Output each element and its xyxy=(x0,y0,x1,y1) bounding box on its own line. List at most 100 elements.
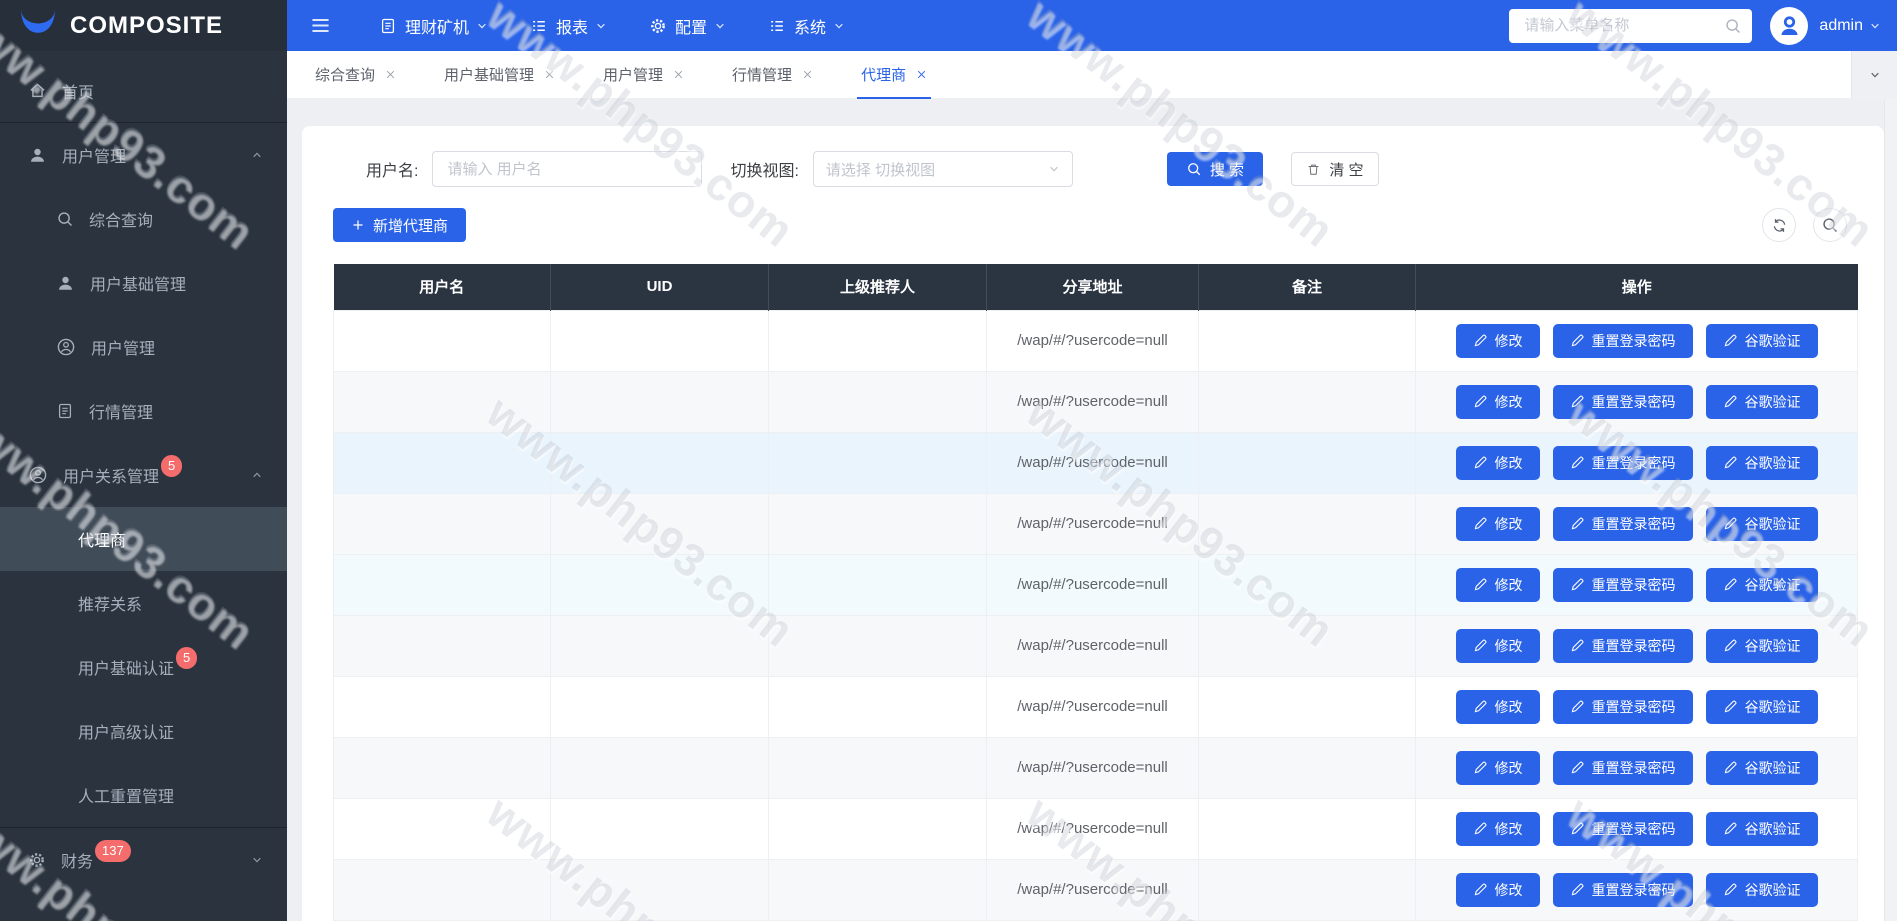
edit-button[interactable]: 修改 xyxy=(1456,568,1540,602)
cell-uid xyxy=(551,554,769,615)
sidebar-item[interactable]: 推荐关系 xyxy=(0,571,287,635)
sidebar-item[interactable]: 用户基础管理 xyxy=(0,251,287,315)
close-icon[interactable] xyxy=(673,69,684,80)
cell-actions: 修改 重置登录密码 谷歌验证 xyxy=(1416,676,1858,737)
reset-password-button[interactable]: 重置登录密码 xyxy=(1553,507,1693,541)
sidebar-item[interactable]: 首页 xyxy=(0,59,287,123)
page-scrollbar[interactable] xyxy=(1884,99,1897,921)
sidebar-item[interactable]: 用户管理 xyxy=(0,123,287,187)
tab-综合查询[interactable]: 综合查询 xyxy=(291,51,420,99)
action-button-label: 重置登录密码 xyxy=(1592,697,1676,717)
reset-password-button[interactable]: 重置登录密码 xyxy=(1553,690,1693,724)
edit-button[interactable]: 修改 xyxy=(1456,385,1540,419)
magnifier-icon xyxy=(1821,216,1839,234)
cell-remark xyxy=(1199,554,1416,615)
edit-button[interactable]: 修改 xyxy=(1456,812,1540,846)
edit-button[interactable]: 修改 xyxy=(1456,873,1540,907)
cell-share-url: /wap/#/?usercode=null xyxy=(987,798,1199,859)
sidebar-item[interactable]: 综合查询 xyxy=(0,187,287,251)
sidebar-item[interactable]: 人工重置管理 xyxy=(0,763,287,827)
sidebar-item-label: 推荐关系 xyxy=(78,591,142,615)
reset-password-button[interactable]: 重置登录密码 xyxy=(1553,751,1693,785)
cell-uid xyxy=(551,615,769,676)
edit-button[interactable]: 修改 xyxy=(1456,629,1540,663)
tab-行情管理[interactable]: 行情管理 xyxy=(708,51,837,99)
chevron-down-icon xyxy=(476,20,488,32)
sidebar-item[interactable]: 财务137 xyxy=(0,827,287,891)
reset-password-button[interactable]: 重置登录密码 xyxy=(1553,812,1693,846)
reset-password-button[interactable]: 重置登录密码 xyxy=(1553,873,1693,907)
cell-actions: 修改 重置登录密码谷歌验证 xyxy=(1416,432,1858,493)
google-verify-button[interactable]: 谷歌验证 xyxy=(1706,873,1818,907)
clear-button[interactable]: 清 空 xyxy=(1291,152,1379,186)
edit-button[interactable]: 修改 xyxy=(1456,751,1540,785)
pencil-icon xyxy=(1570,516,1585,531)
tab-代理商[interactable]: 代理商 xyxy=(837,51,951,99)
sidebar-item[interactable]: 用户高级认证 xyxy=(0,699,287,763)
google-verify-button[interactable]: 谷歌验证 xyxy=(1706,812,1818,846)
tab-用户管理[interactable]: 用户管理 xyxy=(579,51,708,99)
google-verify-button[interactable]: 谷歌验证 xyxy=(1706,568,1818,602)
sidebar-item[interactable]: 代理商 xyxy=(0,507,287,571)
nav-item[interactable]: 报表 xyxy=(509,0,628,51)
sidebar-item[interactable]: 用户关系管理5 xyxy=(0,443,287,507)
cell-actions: 修改重置登录密码谷歌验证 xyxy=(1416,371,1858,432)
nav-item[interactable]: 理财矿机 xyxy=(358,0,509,51)
sidebar-item-label: 用户基础管理 xyxy=(90,271,186,295)
cell-remark xyxy=(1199,493,1416,554)
add-agent-button[interactable]: 新增代理商 xyxy=(333,208,466,242)
google-verify-button[interactable]: 谷歌验证 xyxy=(1706,507,1818,541)
nav-item[interactable]: 系统 xyxy=(747,0,866,51)
edit-button[interactable]: 修改 xyxy=(1456,690,1540,724)
edit-button[interactable]: 修改 xyxy=(1456,324,1540,358)
cell-share-url: /wap/#/?usercode=null xyxy=(987,859,1199,920)
user-menu[interactable]: admin xyxy=(1819,17,1881,35)
column-header: UID xyxy=(551,264,769,310)
edit-button[interactable]: 修改 xyxy=(1456,507,1540,541)
action-button-label: 修改 xyxy=(1495,575,1523,595)
action-button-label: 修改 xyxy=(1495,453,1523,473)
cell-username xyxy=(334,432,551,493)
close-icon[interactable] xyxy=(385,69,396,80)
close-icon[interactable] xyxy=(544,69,555,80)
cell-username xyxy=(334,615,551,676)
doc-icon xyxy=(379,17,397,35)
view-switch-select[interactable]: 请选择 切换视图 xyxy=(813,151,1073,187)
google-verify-button[interactable]: 谷歌验证 xyxy=(1706,690,1818,724)
close-icon[interactable] xyxy=(916,69,927,80)
table-search-button[interactable] xyxy=(1813,208,1847,242)
edit-button[interactable]: 修改 xyxy=(1456,446,1540,480)
user-avatar[interactable] xyxy=(1770,7,1808,45)
nav-item[interactable]: 配置 xyxy=(628,0,747,51)
search-icon[interactable] xyxy=(1724,17,1742,35)
sidebar-item[interactable]: 用户基础认证5 xyxy=(0,635,287,699)
menu-search-input[interactable] xyxy=(1522,16,1724,35)
tab-list-dropdown-button[interactable] xyxy=(1851,51,1897,99)
hamburger-menu-icon[interactable] xyxy=(309,14,332,37)
sidebar-item[interactable]: 用户管理 xyxy=(0,315,287,379)
close-icon[interactable] xyxy=(802,69,813,80)
gear-icon xyxy=(28,851,46,869)
reset-password-button[interactable]: 重置登录密码 xyxy=(1553,446,1693,480)
google-verify-button[interactable]: 谷歌验证 xyxy=(1706,751,1818,785)
google-verify-button[interactable]: 谷歌验证 xyxy=(1706,324,1818,358)
tab-用户基础管理[interactable]: 用户基础管理 xyxy=(420,51,579,99)
google-verify-button[interactable]: 谷歌验证 xyxy=(1706,446,1818,480)
pencil-icon xyxy=(1723,638,1738,653)
reset-password-button[interactable]: 重置登录密码 xyxy=(1553,568,1693,602)
google-verify-button[interactable]: 谷歌验证 xyxy=(1706,385,1818,419)
column-header: 上级推荐人 xyxy=(769,264,987,310)
view-switch-label: 切换视图: xyxy=(730,157,798,181)
content-area: 用户名: 切换视图: 请选择 切换视图 搜 索 清 xyxy=(287,99,1897,921)
reset-password-button[interactable]: 重置登录密码 xyxy=(1553,385,1693,419)
reset-password-button[interactable]: 重置登录密码 xyxy=(1553,629,1693,663)
chevron-down-icon xyxy=(714,20,726,32)
reset-password-button[interactable]: 重置登录密码 xyxy=(1553,324,1693,358)
sidebar-item[interactable]: 行情管理 xyxy=(0,379,287,443)
refresh-button[interactable] xyxy=(1762,208,1796,242)
cell-remark xyxy=(1199,676,1416,737)
username-input[interactable] xyxy=(445,160,689,179)
google-verify-button[interactable]: 谷歌验证 xyxy=(1706,629,1818,663)
search-button[interactable]: 搜 索 xyxy=(1167,152,1263,186)
filter-form: 用户名: 切换视图: 请选择 切换视图 搜 索 清 xyxy=(366,151,1379,187)
